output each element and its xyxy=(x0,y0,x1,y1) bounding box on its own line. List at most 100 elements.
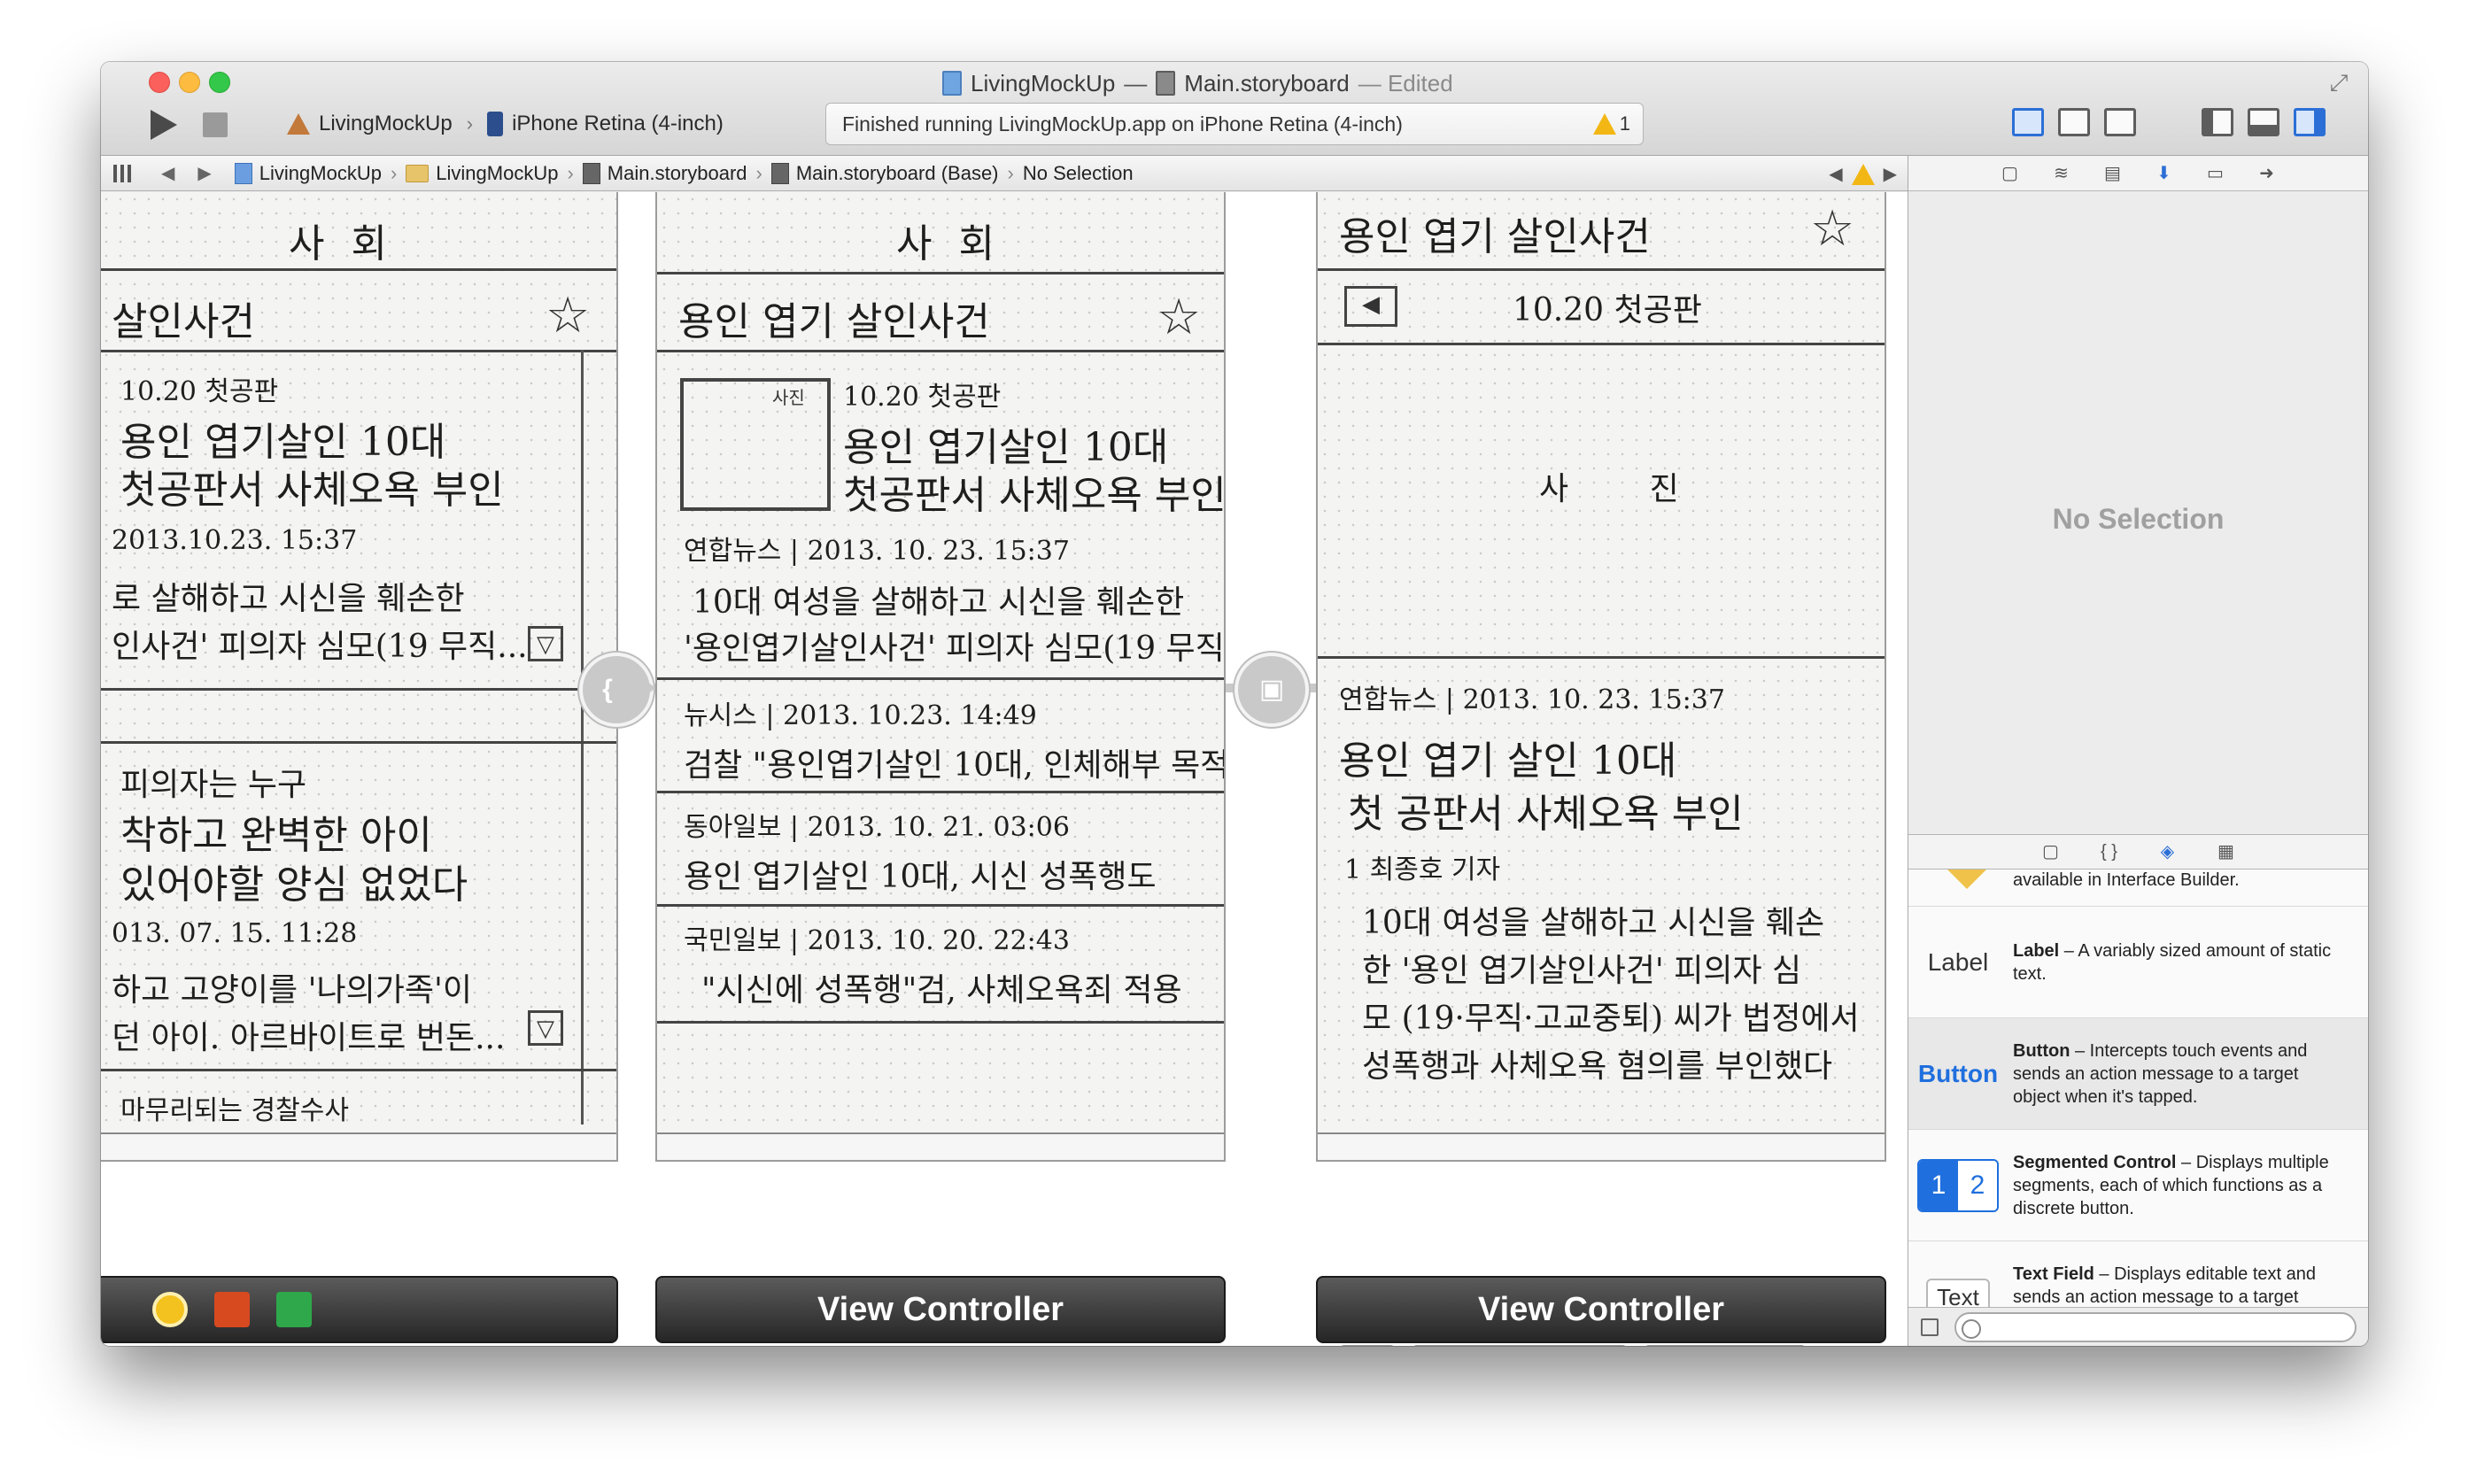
article-body: 성폭행과 사체오욕 혐의를 부인했다 xyxy=(1362,1048,1833,1085)
object-library-list[interactable]: available in Interface Builder. Label La… xyxy=(1908,870,2368,1312)
library-item-label[interactable]: Label Label – A variably sized amount of… xyxy=(1908,907,2368,1018)
article-body: 던 아이. 아르바이트로 번돈... xyxy=(112,1020,506,1056)
inspector-empty-state: No Selection xyxy=(2052,502,2225,535)
article-body: 10대 여성을 살해하고 시신을 훼손 xyxy=(1362,905,1825,941)
nav-title: 사 회 xyxy=(896,221,1002,267)
size-inspector-icon[interactable]: ▭ xyxy=(2204,162,2227,185)
scene-dock[interactable] xyxy=(101,1276,618,1343)
library-item-segmented-control[interactable]: 12 Segmented Control – Displays multiple… xyxy=(1908,1130,2368,1241)
run-button[interactable] xyxy=(140,106,179,142)
scene-article-detail[interactable]: 용인 엽기 살인사건 ☆ ◀ 10.20 첫공판 사 진 연합뉴스 | 2013… xyxy=(1316,192,1886,1162)
activity-warning[interactable]: 1 xyxy=(1592,112,1630,135)
library-item-text-field[interactable]: Text Text Field – Displays editable text… xyxy=(1908,1241,2368,1312)
project-file-icon xyxy=(942,71,962,96)
scene-list-view[interactable]: 사 회 살인사건 ☆ 10.20 첫공판 용인 엽기살인 10대 첫공판서 사체… xyxy=(101,192,618,1162)
jumpbar-project[interactable]: LivingMockUp xyxy=(234,162,382,185)
fullscreen-icon[interactable]: ⤢ xyxy=(2326,69,2352,96)
next-issue-icon[interactable]: ▶ xyxy=(1884,163,1897,185)
library-item-button[interactable]: Button Button – Intercepts touch events … xyxy=(1908,1018,2368,1130)
media-library-icon[interactable]: ▦ xyxy=(2215,840,2238,863)
jumpbar-storyboard-base[interactable]: Main.storyboard (Base) xyxy=(770,161,999,185)
identity-inspector-icon[interactable]: ▤ xyxy=(2101,162,2125,185)
segue-push-icon[interactable]: ▣ xyxy=(1234,653,1309,727)
version-editor-button[interactable] xyxy=(2104,108,2136,136)
object-icon xyxy=(1935,870,1999,889)
file-inspector-icon[interactable]: ▢ xyxy=(1999,162,2022,185)
activity-viewer[interactable]: Finished running LivingMockUp.app on iPh… xyxy=(825,103,1644,145)
article-body: 하고 고양이를 '나의가족'이 xyxy=(112,972,472,1009)
layout-group: ⊫ ⊢⊣ ⊢●⊣ ⊟ xyxy=(1412,1345,1628,1346)
iphone-icon xyxy=(487,112,504,136)
attributes-inspector-icon[interactable]: ⬇ xyxy=(2153,162,2176,185)
star-icon: ☆ xyxy=(546,287,591,343)
button-thumbnail: Button xyxy=(1917,1059,1999,1087)
article-title: 용인 엽기살인 10대, 시신 성폭행도 xyxy=(684,859,1157,895)
article-meta: 연합뉴스 | 2013. 10. 23. 15:37 xyxy=(1339,684,1725,715)
jumpbar-label: Main.storyboard (Base) xyxy=(795,161,999,184)
warning-count: 1 xyxy=(1619,112,1630,135)
previous-issue-icon[interactable]: ◀ xyxy=(1829,163,1842,185)
toolbar: LivingMockUp — Main.storyboard — Edited … xyxy=(101,62,2368,156)
library-filter-input[interactable] xyxy=(1954,1311,2357,1342)
jumpbar-group[interactable]: LivingMockUp xyxy=(406,162,558,185)
scene-dock-title[interactable]: View Controller xyxy=(655,1276,1226,1343)
jump-bar: ◀ ▶ LivingMockUp › LivingMockUp › Main.s… xyxy=(101,156,1908,191)
zoom-window-button[interactable] xyxy=(209,72,230,93)
segment-1: 1 xyxy=(1919,1160,1958,1210)
inspector-tabs: ▢ ≋ ▤ ⬇ ▭ ➜ xyxy=(1908,156,2368,191)
chevron-right-icon: › xyxy=(390,161,398,184)
jumpbar-selection[interactable]: No Selection xyxy=(1023,162,1134,185)
debug-area-toggle-button[interactable] xyxy=(2248,108,2279,136)
standard-editor-button[interactable] xyxy=(2012,108,2044,136)
minimize-window-button[interactable] xyxy=(179,72,200,93)
assistant-editor-button[interactable] xyxy=(2058,108,2090,136)
scene-article-list[interactable]: 사 회 용인 엽기 살인사건 ☆ 사진 10.20 첫공판 용인 엽기살인 10… xyxy=(655,192,1226,1162)
list-item[interactable]: available in Interface Builder. xyxy=(1908,870,2368,907)
article-time: 2013.10.23. 15:37 xyxy=(112,525,358,556)
article-body: 모 (19·무직·고교중퇴) 씨가 법정에서 xyxy=(1362,1001,1860,1037)
exit-icon[interactable] xyxy=(276,1292,312,1327)
first-responder-icon[interactable] xyxy=(214,1292,250,1327)
utilities-toggle-button[interactable] xyxy=(2294,108,2326,136)
chevron-right-icon: › xyxy=(466,112,474,135)
library-tabs: ▢ { } ◈ ▦ xyxy=(1908,834,2368,870)
article-meta: 연합뉴스 | 2013. 10. 23. 15:37 xyxy=(684,536,1070,567)
scheme-selector[interactable]: LivingMockUp › iPhone Retina (4-inch) xyxy=(287,108,724,140)
file-template-library-icon[interactable]: ▢ xyxy=(2039,840,2063,863)
view-controller-icon[interactable] xyxy=(152,1292,188,1327)
article-title: "시신에 성폭행"검, 사체오욕죄 적용 xyxy=(701,972,1182,1009)
stop-button[interactable] xyxy=(203,112,228,137)
related-items-icon[interactable] xyxy=(113,164,131,182)
jumpbar-label: No Selection xyxy=(1022,161,1134,184)
storyboard-canvas[interactable]: 사 회 살인사건 ☆ 10.20 첫공판 용인 엽기살인 10대 첫공판서 사체… xyxy=(101,192,1908,1346)
forward-arrow-icon[interactable]: ▶ xyxy=(197,162,211,184)
section-header: 살인사건 xyxy=(112,299,255,344)
jumpbar-label: LivingMockUp xyxy=(436,161,559,184)
issue-navigation: ◀ ▶ xyxy=(1829,163,1897,185)
grid-view-icon[interactable] xyxy=(1921,1318,1939,1336)
warning-icon[interactable] xyxy=(1851,163,1875,185)
expand-icon: ▽ xyxy=(528,1010,563,1046)
quick-help-icon[interactable]: ≋ xyxy=(2050,162,2073,185)
article-title: 첫공판서 사체오욕 부인 xyxy=(120,468,504,513)
object-library-icon[interactable]: ◈ xyxy=(2156,840,2179,863)
article-title: 첫 공판서 사체오욕 부인 xyxy=(1348,792,1744,837)
article-title: 피의자는 누구 xyxy=(120,767,307,803)
article-title: 마무리되는 경찰수사 xyxy=(120,1095,349,1126)
code-snippet-library-icon[interactable]: { } xyxy=(2098,840,2121,863)
back-arrow-icon[interactable]: ◀ xyxy=(161,162,174,184)
article-title: 첫공판서 사체오욕 부인 xyxy=(843,473,1226,518)
scene-dock-title[interactable]: View Controller xyxy=(1316,1276,1886,1343)
article-body: 10대 여성을 살해하고 시신을 훼손한 xyxy=(693,584,1185,621)
article-meta: 뉴시스 | 2013. 10.23. 14:49 xyxy=(684,700,1037,731)
back-arrow-icon: ◀ xyxy=(1344,286,1397,327)
view-toggle-group xyxy=(2202,108,2326,140)
window-title: LivingMockUp — Main.storyboard — Edited xyxy=(942,67,1453,99)
jumpbar-storyboard[interactable]: Main.storyboard xyxy=(582,162,747,185)
sub-header: 10.20 첫공판 xyxy=(1513,292,1702,328)
connections-inspector-icon[interactable]: ➜ xyxy=(2256,162,2279,185)
nav-title: 용인 엽기 살인사건 xyxy=(1339,214,1651,259)
navigator-toggle-button[interactable] xyxy=(2202,108,2233,136)
article-body: 로 살해하고 시신을 훼손한 xyxy=(112,581,465,617)
close-window-button[interactable] xyxy=(149,72,170,93)
